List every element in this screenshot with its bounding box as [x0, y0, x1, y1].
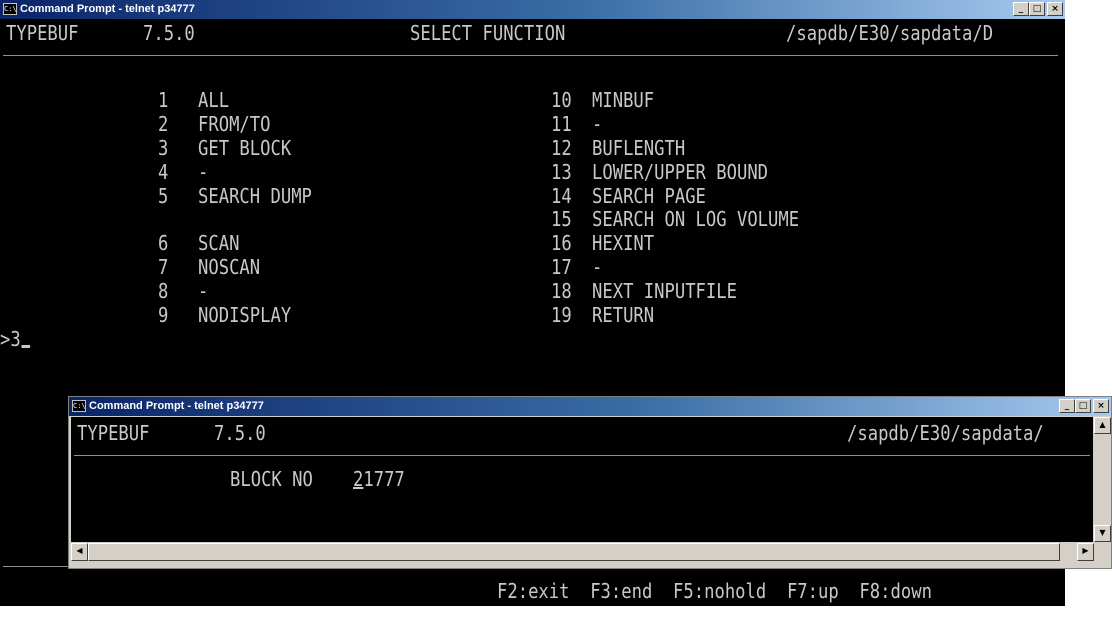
scroll-up-button[interactable]: ▲	[1094, 417, 1111, 434]
menu-num: 18	[551, 279, 572, 303]
menu-item-from-to[interactable]: FROM/TO	[198, 112, 270, 136]
function-key-bar[interactable]: F2:exit F3:end F5:nohold F7:up F8:down	[497, 579, 932, 603]
scroll-left-button[interactable]: ◀	[71, 543, 88, 561]
menu-item-get-block[interactable]: GET BLOCK	[198, 136, 291, 160]
scroll-down-button[interactable]: ▼	[1094, 525, 1111, 542]
menu-item-search-page[interactable]: SEARCH PAGE	[592, 184, 706, 208]
menu-item-next-inputfile[interactable]: NEXT INPUTFILE	[592, 279, 737, 303]
menu-item-scan[interactable]: SCAN	[198, 231, 239, 255]
screen-title: SELECT FUNCTION	[410, 21, 566, 45]
menu-item-empty: -	[198, 279, 209, 303]
console-icon[interactable]: C:\	[72, 400, 86, 412]
menu-num: 13	[551, 160, 572, 184]
close-button[interactable]: ×	[1047, 2, 1063, 16]
block-no-label: BLOCK NO	[230, 467, 313, 491]
prompt-text: >3	[0, 327, 21, 351]
main-window-title: Command Prompt - telnet p34777	[20, 3, 195, 15]
menu-num: 6	[158, 231, 169, 255]
menu-num: 3	[158, 136, 169, 160]
menu-item-nodisplay[interactable]: NODISPLAY	[198, 303, 291, 327]
menu-item-buflength[interactable]: BUFLENGTH	[592, 136, 685, 160]
menu-num: 17	[551, 255, 572, 279]
text-cursor	[21, 345, 31, 348]
maximize-button[interactable]: □	[1029, 2, 1045, 16]
horizontal-scrollbar[interactable]: ◀ ▶	[71, 543, 1094, 561]
vertical-scrollbar[interactable]: ▲ ▼	[1094, 417, 1111, 542]
resize-grip[interactable]	[1094, 543, 1111, 561]
program-version: 7.5.0	[143, 21, 195, 45]
dialog-console-area[interactable]: TYPEBUF 7.5.0 /sapdb/E30/sapdata/ BLOCK …	[71, 417, 1093, 542]
menu-num: 7	[158, 255, 169, 279]
menu-num: 16	[551, 231, 572, 255]
menu-item-return[interactable]: RETURN	[592, 303, 654, 327]
block-no-rest: 1777	[363, 467, 405, 491]
menu-item-hexint[interactable]: HEXINT	[592, 231, 654, 255]
menu-item-minbuf[interactable]: MINBUF	[592, 88, 654, 112]
menu-num: 14	[551, 184, 572, 208]
menu-num: 5	[158, 184, 169, 208]
menu-item-search-on-log-volume[interactable]: SEARCH ON LOG VOLUME	[592, 207, 799, 231]
scroll-right-button[interactable]: ▶	[1077, 543, 1094, 561]
menu-num: 2	[158, 112, 169, 136]
block-no-input[interactable]: 21777	[353, 467, 405, 491]
menu-num: 19	[551, 303, 572, 327]
data-path: /sapdb/E30/sapdata/D	[786, 21, 994, 45]
menu-item-noscan[interactable]: NOSCAN	[198, 255, 260, 279]
menu-item-empty: -	[198, 160, 209, 184]
menu-item-search-dump[interactable]: SEARCH DUMP	[198, 184, 312, 208]
header-divider	[74, 455, 1090, 456]
program-name: TYPEBUF	[77, 421, 150, 445]
menu-num: 10	[551, 88, 572, 112]
menu-num: 11	[551, 112, 572, 136]
main-window-controls: _ □ ×	[1013, 2, 1063, 16]
minimize-button[interactable]: _	[1059, 399, 1075, 413]
menu-num: 1	[158, 88, 169, 112]
menu-item-lower-upper-bound[interactable]: LOWER/UPPER BOUND	[592, 160, 768, 184]
dialog-window-controls: _ □ ×	[1059, 399, 1109, 413]
menu-item-empty: -	[592, 255, 603, 279]
scroll-thumb[interactable]	[88, 543, 1060, 561]
dialog-window-title: Command Prompt - telnet p34777	[89, 400, 264, 412]
header-divider	[3, 55, 1058, 56]
menu-num: 4	[158, 160, 169, 184]
program-name: TYPEBUF	[6, 21, 79, 45]
block-no-first-digit: 2	[353, 467, 364, 491]
data-path: /sapdb/E30/sapdata/	[847, 421, 1044, 445]
command-prompt[interactable]: >3	[0, 327, 31, 351]
console-icon[interactable]: C:\	[3, 3, 17, 15]
menu-item-all[interactable]: ALL	[198, 88, 229, 112]
close-button[interactable]: ×	[1093, 399, 1109, 413]
maximize-button[interactable]: □	[1075, 399, 1091, 413]
block-input-window: C:\ Command Prompt - telnet p34777 _ □ ×…	[68, 396, 1112, 569]
main-titlebar[interactable]: C:\ Command Prompt - telnet p34777 _ □ ×	[0, 0, 1065, 19]
minimize-button[interactable]: _	[1013, 2, 1029, 16]
program-version: 7.5.0	[214, 421, 266, 445]
menu-num: 9	[158, 303, 169, 327]
dialog-titlebar[interactable]: C:\ Command Prompt - telnet p34777 _ □ ×	[69, 397, 1111, 416]
menu-num: 15	[551, 207, 572, 231]
menu-num: 8	[158, 279, 169, 303]
menu-item-empty: -	[592, 112, 603, 136]
menu-num: 12	[551, 136, 572, 160]
